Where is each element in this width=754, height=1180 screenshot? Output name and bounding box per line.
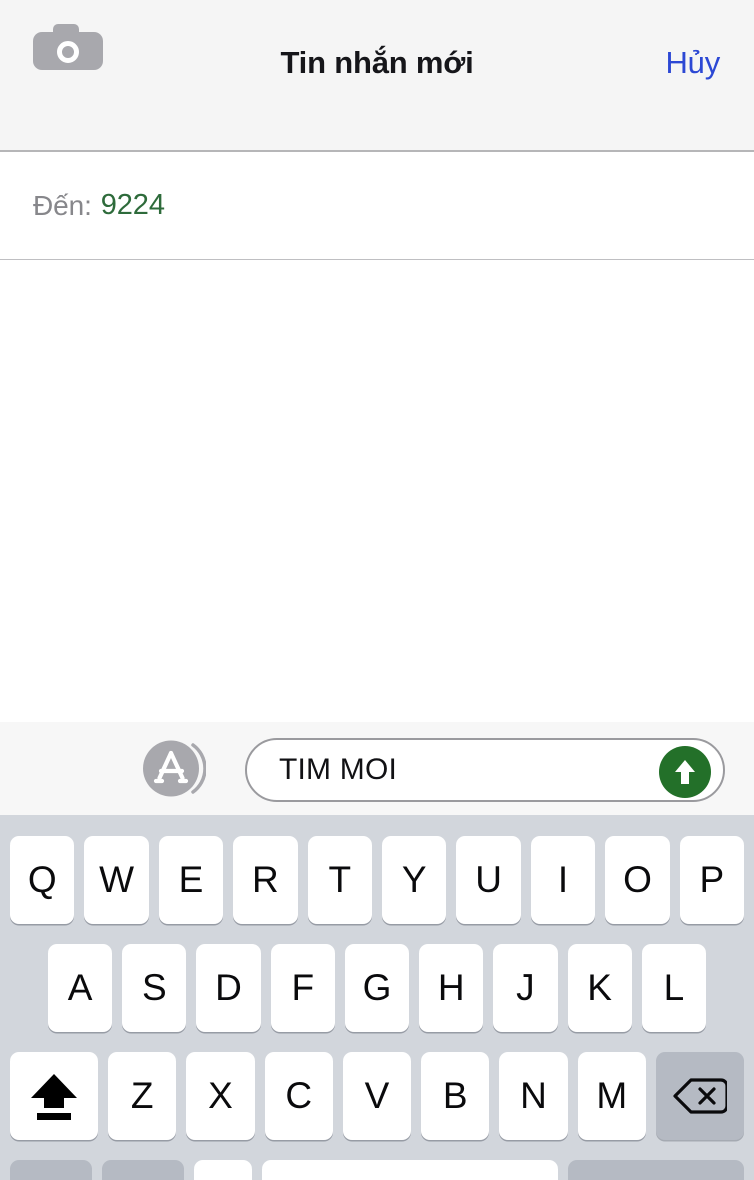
send-arrow-up-icon — [675, 760, 695, 784]
keyboard-row-3: Z X C V B N M — [0, 1052, 754, 1140]
key-s[interactable]: S — [122, 944, 187, 1032]
space-key[interactable]: space — [262, 1160, 558, 1180]
key-t[interactable]: T — [307, 836, 373, 924]
page-title: Tin nhắn mới — [280, 45, 474, 80]
key-o[interactable]: O — [605, 836, 670, 924]
key-v[interactable]: V — [342, 1052, 412, 1140]
key-e[interactable]: E — [158, 836, 224, 924]
key-n[interactable]: N — [499, 1052, 568, 1140]
keyboard-row-1: Q W E R T Y U I O P — [0, 836, 754, 924]
numbers-key[interactable]: 123 — [10, 1160, 92, 1180]
messages-new-message-screen: Tin nhắn mới Hủy Đến: 9224 TIM MOI Q W E… — [0, 0, 754, 1180]
message-input-value[interactable]: TIM MOI — [279, 753, 397, 787]
on-screen-keyboard: Q W E R T Y U I O P A S D F G H J K L Z … — [0, 815, 754, 1180]
keyboard-row-4: 123 space return — [0, 1160, 754, 1180]
emoji-globe-icon[interactable] — [102, 1160, 184, 1180]
keyboard-row-2: A S D F G H J K L — [0, 944, 754, 1032]
app-store-icon-svg — [143, 740, 207, 797]
key-d[interactable]: D — [196, 944, 261, 1032]
shift-up-arrow-icon[interactable] — [10, 1052, 98, 1140]
shift-glyph — [31, 1072, 77, 1120]
camera-icon-lens — [57, 41, 79, 63]
key-w[interactable]: W — [84, 836, 149, 924]
key-z[interactable]: Z — [108, 1052, 177, 1140]
key-g[interactable]: G — [344, 944, 410, 1032]
message-input-field[interactable]: TIM MOI — [245, 738, 725, 802]
key-l[interactable]: L — [641, 944, 706, 1032]
key-j[interactable]: J — [493, 944, 558, 1032]
key-c[interactable]: C — [264, 1052, 333, 1140]
key-f[interactable]: F — [270, 944, 335, 1032]
key-b[interactable]: B — [421, 1052, 490, 1140]
key-r[interactable]: R — [233, 836, 298, 924]
shift-arrow-head — [31, 1074, 77, 1098]
microphone-icon[interactable] — [194, 1160, 252, 1180]
camera-icon[interactable] — [33, 24, 103, 70]
backspace-delete-icon[interactable] — [655, 1052, 744, 1140]
return-key[interactable]: return — [568, 1160, 744, 1180]
shift-underline-bar — [37, 1113, 71, 1120]
camera-icon-hump — [53, 24, 79, 36]
key-h[interactable]: H — [419, 944, 484, 1032]
key-i[interactable]: I — [530, 836, 596, 924]
recipient-value[interactable]: 9224 — [101, 189, 165, 222]
key-x[interactable]: X — [186, 1052, 255, 1140]
navigation-bar: Tin nhắn mới Hủy — [0, 0, 754, 152]
recipient-field-row[interactable]: Đến: 9224 — [0, 152, 754, 260]
key-m[interactable]: M — [577, 1052, 646, 1140]
backspace-delete-glyph — [673, 1078, 727, 1114]
app-store-icon[interactable] — [141, 736, 207, 801]
shift-arrow-stem — [44, 1097, 64, 1108]
key-a[interactable]: A — [48, 944, 113, 1032]
key-k[interactable]: K — [567, 944, 632, 1032]
send-button[interactable] — [659, 746, 711, 798]
key-p[interactable]: P — [679, 836, 745, 924]
key-u[interactable]: U — [456, 836, 521, 924]
cancel-button[interactable]: Hủy — [665, 45, 720, 81]
recipient-label: Đến: — [33, 189, 92, 221]
key-y[interactable]: Y — [382, 836, 447, 924]
conversation-area — [0, 260, 754, 722]
key-q[interactable]: Q — [10, 836, 75, 924]
